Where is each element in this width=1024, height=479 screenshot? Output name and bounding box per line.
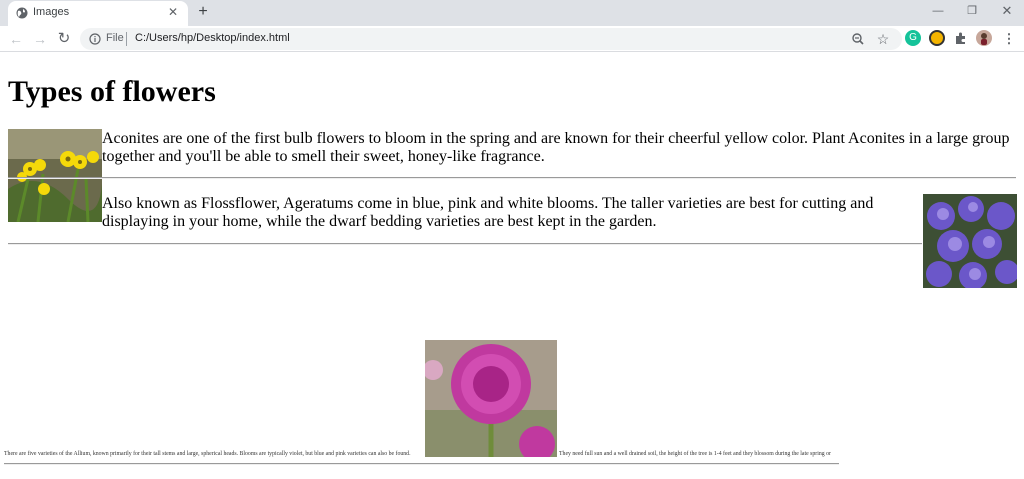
puzzle-icon[interactable] — [953, 30, 969, 46]
url-text[interactable]: C:/Users/hp/Desktop/index.html — [135, 32, 290, 44]
divider-1 — [8, 177, 1016, 179]
close-icon[interactable]: ✕ — [166, 5, 180, 19]
tab-title: Images — [33, 6, 70, 18]
avatar-figure — [981, 33, 987, 45]
reload-icon[interactable]: ↻ — [56, 31, 72, 47]
restore-icon[interactable]: ❐ — [962, 3, 982, 19]
allium-photo — [425, 340, 557, 457]
window-close-icon[interactable]: ✕ — [997, 3, 1017, 19]
avatar[interactable] — [976, 30, 992, 46]
star-icon[interactable]: ☆ — [875, 31, 891, 47]
allium-text-left: There are five varieties of the Allium, … — [4, 451, 411, 457]
address-bar[interactable]: File C:/Users/hp/Desktop/index.html ☆ — [80, 28, 902, 50]
forward-icon[interactable]: → — [32, 31, 48, 47]
divider-2 — [8, 243, 922, 245]
page-content: Types of flowers Aconites are one of the… — [0, 53, 1024, 479]
aconite-photo — [8, 129, 102, 222]
tab-strip: Images ✕ + — ❐ ✕ — [0, 0, 1024, 26]
browser-chrome: Images ✕ + — ❐ ✕ ← → ↻ File C:/Users/hp/… — [0, 0, 1024, 52]
minimize-icon[interactable]: — — [928, 3, 948, 19]
toolbar: ← → ↻ File C:/Users/hp/Desktop/index.htm… — [0, 26, 1024, 52]
back-icon[interactable]: ← — [8, 31, 24, 47]
allium-text-right: They need full sun and a well drained so… — [559, 451, 831, 457]
tab-images[interactable]: Images ✕ — [8, 1, 188, 26]
page-title: Types of flowers — [8, 75, 216, 108]
allium-image — [425, 340, 557, 457]
aconite-paragraph: Aconites are one of the first bulb flowe… — [102, 130, 1010, 165]
info-icon[interactable] — [89, 33, 101, 45]
zoom-icon[interactable] — [850, 31, 866, 47]
url-scheme-label: File — [106, 32, 124, 44]
omnibox-divider — [126, 32, 127, 46]
ageratum-photo — [923, 194, 1017, 288]
ageratum-image — [923, 194, 1017, 288]
grammarly-icon[interactable]: G — [905, 30, 921, 46]
menu-icon[interactable]: ⋮ — [1001, 31, 1017, 47]
aconite-image — [8, 129, 102, 222]
divider-3 — [4, 463, 839, 465]
new-tab-button[interactable]: + — [195, 4, 211, 20]
ageratum-paragraph: Also known as Flossflower, Ageratums com… — [102, 195, 874, 230]
globe-icon — [16, 7, 28, 19]
extension-icon[interactable] — [929, 30, 945, 46]
